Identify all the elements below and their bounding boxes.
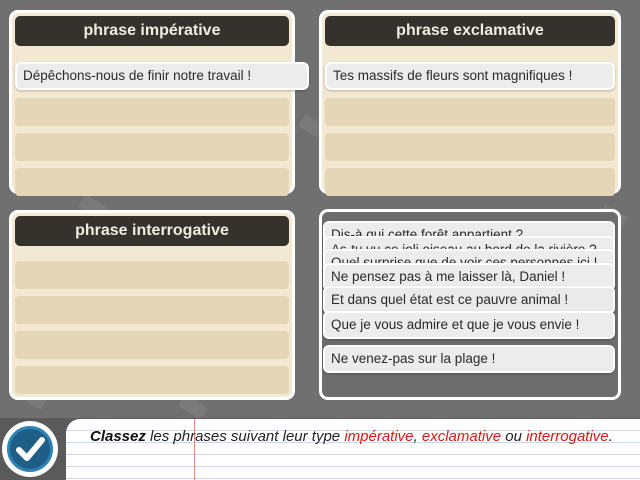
slot-interrogative-1[interactable] bbox=[15, 261, 289, 289]
panel-title-exclamative: phrase exclamative bbox=[325, 16, 615, 46]
sentence-card[interactable]: Tes massifs de fleurs sont magnifiques ! bbox=[325, 62, 615, 90]
panel-title-interrogative: phrase interrogative bbox=[15, 216, 289, 246]
slot-exclamative-2[interactable] bbox=[325, 98, 615, 126]
instruction-panel: Classez les phrases suivant leur type im… bbox=[66, 419, 640, 480]
type-interrogative: interrogative bbox=[526, 428, 609, 445]
instruction-part: . bbox=[608, 428, 613, 445]
slot-imperative-2[interactable] bbox=[15, 98, 289, 126]
slot-interrogative-3[interactable] bbox=[15, 331, 289, 359]
sentence-card[interactable]: Que je vous admire et que je vous envie … bbox=[323, 311, 615, 339]
slot-imperative-3[interactable] bbox=[15, 133, 289, 161]
slot-exclamative-3[interactable] bbox=[325, 133, 615, 161]
drop-zone-imperative[interactable]: phrase impérative Dépêchons-nous de fini… bbox=[9, 10, 309, 196]
sentence-card[interactable]: Ne venez-pas sur la plage ! bbox=[323, 345, 615, 373]
instruction-part: ou bbox=[501, 428, 527, 445]
type-imperative: impérative bbox=[344, 428, 414, 445]
type-exclamative: exclamative bbox=[421, 428, 502, 445]
sentence-card[interactable]: Dépêchons-nous de finir notre travail ! bbox=[15, 62, 309, 90]
checkmark-icon bbox=[7, 426, 53, 472]
slot-interrogative-4[interactable] bbox=[15, 366, 289, 394]
instruction-part: les phrases suivant leur type bbox=[145, 428, 345, 445]
drop-zone-interrogative[interactable]: phrase interrogative bbox=[9, 210, 295, 400]
slot-imperative-4[interactable] bbox=[15, 168, 289, 196]
instruction-verb: Classez bbox=[90, 428, 146, 445]
panel-title-imperative: phrase impérative bbox=[15, 16, 289, 46]
slot-interrogative-2[interactable] bbox=[15, 296, 289, 324]
slot-exclamative-4[interactable] bbox=[325, 168, 615, 196]
instruction-part: , bbox=[413, 428, 422, 445]
instruction-text: Classez les phrases suivant leur type im… bbox=[90, 427, 622, 447]
drop-zone-exclamative[interactable]: phrase exclamative Tes massifs de fleurs… bbox=[319, 10, 621, 196]
sentence-card[interactable]: Et dans quel état est ce pauvre animal ! bbox=[323, 286, 615, 314]
validate-button[interactable] bbox=[2, 421, 58, 477]
